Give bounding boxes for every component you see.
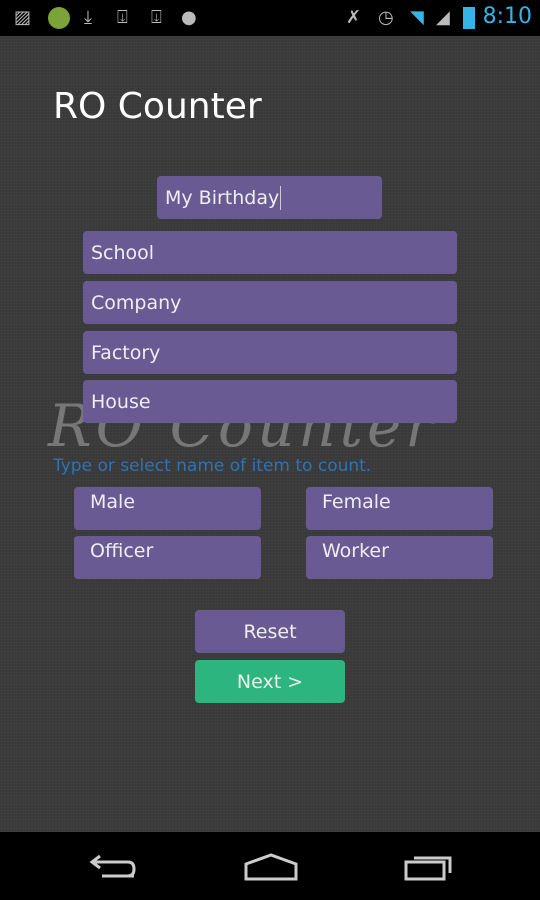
wifi-icon: ◥	[410, 7, 424, 28]
suggestion-item[interactable]: Company	[83, 281, 457, 324]
page-title: RO Counter	[53, 86, 262, 127]
item-name-input[interactable]: My Birthday	[157, 176, 382, 219]
android-icon: ●	[181, 7, 197, 28]
hint-text: Type or select name of item to count.	[53, 456, 372, 476]
suggestion-item[interactable]: House	[83, 380, 457, 423]
option-officer[interactable]: Officer	[74, 536, 261, 579]
navigation-bar	[0, 832, 540, 900]
recent-apps-icon[interactable]	[404, 852, 454, 882]
status-bar: ▨ ⤓ ⍗ ⍗ ● ✗ ◷ ◥ ◢ 8:10	[0, 0, 540, 36]
download-icon: ⍗	[151, 7, 162, 28]
gallery-icon: ▨	[14, 7, 32, 28]
battery-charging-icon	[463, 7, 475, 29]
option-female[interactable]: Female	[306, 487, 493, 530]
suggestion-item[interactable]: School	[83, 231, 457, 274]
main-screen: RO Counter RO Counter My Birthday School…	[0, 36, 540, 832]
next-button[interactable]: Next >	[195, 660, 345, 703]
download-icon: ⍗	[117, 7, 128, 28]
suggestion-item[interactable]: Factory	[83, 331, 457, 374]
mute-icon: ✗	[346, 7, 362, 28]
text-cursor	[280, 185, 282, 210]
home-icon[interactable]	[244, 852, 298, 882]
app-icon	[48, 7, 70, 29]
option-male[interactable]: Male	[74, 487, 261, 530]
option-worker[interactable]: Worker	[306, 536, 493, 579]
reset-button[interactable]: Reset	[195, 610, 345, 653]
back-icon[interactable]	[88, 852, 138, 882]
download-icon: ⤓	[84, 7, 92, 28]
clock: 8:10	[482, 4, 532, 29]
signal-icon: ◢	[436, 7, 450, 28]
alarm-icon: ◷	[378, 7, 394, 28]
